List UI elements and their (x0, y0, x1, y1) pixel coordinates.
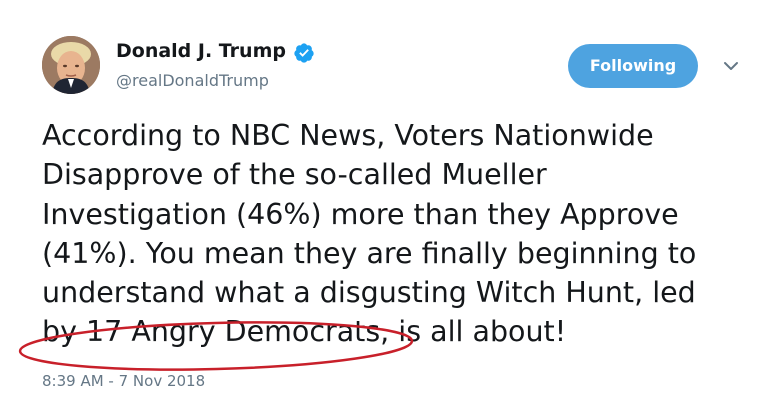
author-handle[interactable]: @realDonaldTrump (116, 71, 269, 90)
tweet-line: According to NBC News, Voters Nationwide (42, 119, 654, 152)
tweet-line: Investigation (46%) more than they Appro… (42, 197, 679, 231)
chevron-down-icon[interactable] (722, 60, 740, 72)
tweet-line: understand what a disgusting Witch Hunt,… (42, 276, 696, 310)
profile-photo (42, 36, 100, 94)
verified-badge-icon (294, 43, 314, 63)
author-name[interactable]: Donald J. Trump (116, 40, 286, 62)
tweet-text: According to NBC News, Voters Nationwide… (42, 116, 762, 352)
tweet-timestamp[interactable]: 8:39 AM - 7 Nov 2018 (42, 372, 205, 390)
avatar[interactable] (42, 36, 100, 94)
tweet-line: (41%). You mean they are finally beginni… (42, 236, 697, 270)
tweet-line: by 17 Angry Democrats, is all about! (42, 315, 567, 349)
tweet-line: Disapprove of the so-called Mueller (42, 158, 547, 192)
following-button[interactable]: Following (568, 44, 698, 88)
